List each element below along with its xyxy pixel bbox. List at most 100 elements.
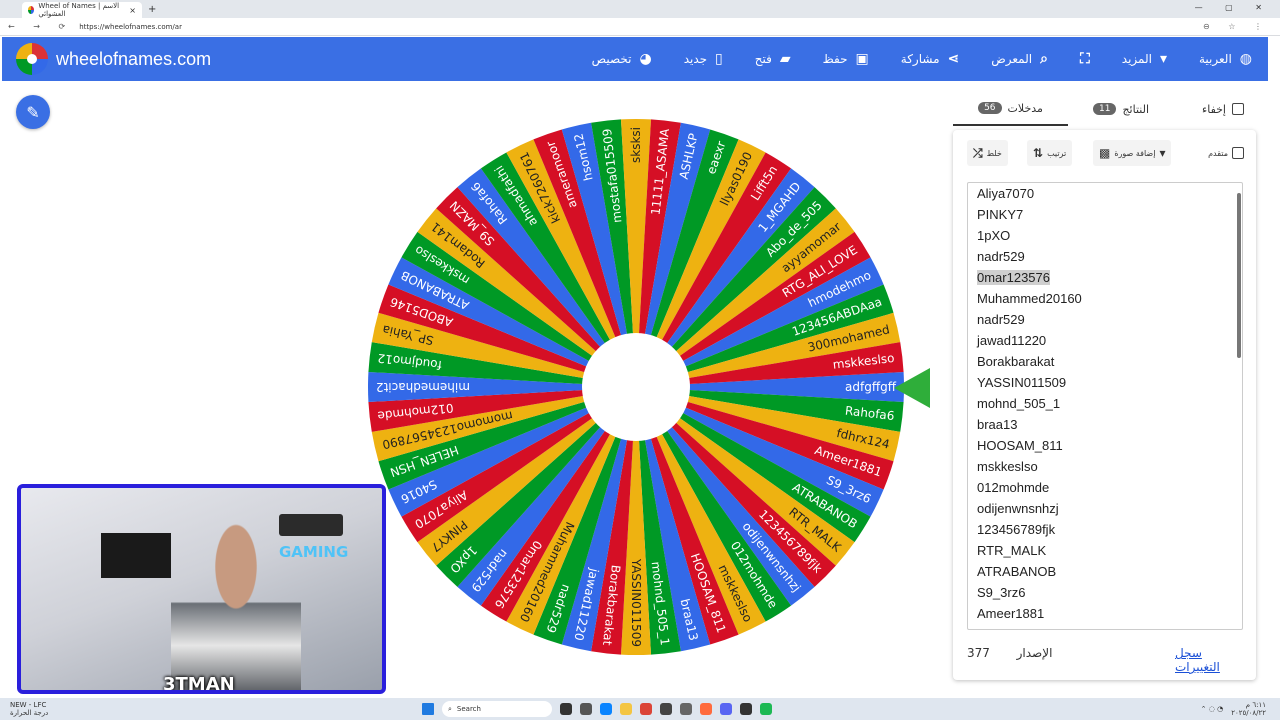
streamer-tag: 3TMAN [163, 674, 235, 694]
edge-icon[interactable] [600, 703, 612, 715]
nav-buttons[interactable]: ← → ⟳ [8, 22, 73, 31]
entry-line[interactable]: mohnd_505_1 [968, 393, 1242, 414]
entry-text: odijenwnsnhzj [977, 501, 1059, 516]
system-tray[interactable]: ⌃ ◌ ◔ ٦:١١ م ٢٠٢٥/٠٨/٢٢ [1201, 701, 1266, 717]
entry-line[interactable]: nadr529 [968, 246, 1242, 267]
search-icon: ⌕ [448, 704, 452, 713]
scrollbar-thumb[interactable] [1237, 193, 1241, 358]
taskbar-search[interactable]: ⌕ Search [442, 701, 552, 717]
entry-line[interactable]: S9_3rz6 [968, 582, 1242, 603]
entry-text: 012mohmde [977, 480, 1050, 495]
entries-textarea[interactable]: Aliya7070 PINKY7 1pXO nadr529 0mar123576 Muha… [967, 182, 1243, 630]
wheel-pointer-icon [894, 368, 930, 408]
url-field[interactable]: https://wheelofnames.com/ar [79, 23, 182, 31]
tab-results[interactable]: 11 النتائج [1093, 92, 1149, 126]
chrome-icon[interactable] [640, 703, 652, 715]
changelog-link[interactable]: سجل التغييرات [1175, 646, 1243, 674]
entry-line[interactable]: jawad11220 [968, 330, 1242, 351]
menu-more[interactable]: المزيد ▾ [1106, 37, 1183, 81]
shuffle-button[interactable]: ⤮ خلط [967, 140, 1008, 166]
entry-line[interactable]: braa13 [968, 414, 1242, 435]
entry-text: YASSIN011509 [977, 375, 1067, 390]
discord-icon[interactable] [720, 703, 732, 715]
advanced-checkbox[interactable] [1232, 147, 1244, 159]
entries-card: ⤮ خلط ⇅ ترتيب ▩ إضافة صورة ▾ متقدم Aliya… [953, 130, 1256, 680]
clock[interactable]: ٦:١١ م ٢٠٢٥/٠٨/٢٢ [1231, 701, 1266, 717]
advanced-label: متقدم [1208, 148, 1228, 158]
entry-line[interactable]: nadr529 [968, 309, 1242, 330]
entry-text: PINKY7 [977, 207, 1024, 222]
version-number: 377 [967, 646, 990, 660]
name-wheel[interactable]: adfgffgffRahofa6fdhrx124Ameer1881S9_3rz6… [366, 117, 906, 657]
tray-icons[interactable]: ⌃ ◌ ◔ [1201, 705, 1224, 713]
tab-entries[interactable]: 56 مدخلات [953, 92, 1068, 126]
globe-icon: ◍ [1239, 51, 1252, 67]
entry-line[interactable]: HOOSAM_811 [968, 435, 1242, 456]
edit-button[interactable]: ✎ [16, 95, 50, 129]
weather-widget[interactable]: NEW - LFC درجة الحرارة [10, 701, 48, 717]
app-icon-1[interactable] [560, 703, 572, 715]
entries-scrollbar[interactable] [1236, 183, 1242, 629]
windows-start-icon[interactable] [422, 703, 434, 715]
browser-tab[interactable]: Wheel of Names | الاسم العشوائي × [22, 2, 142, 18]
new-file-icon: ▯ [715, 51, 723, 67]
tab-entries-label: مدخلات [1007, 101, 1043, 115]
wheel-center[interactable] [582, 333, 690, 441]
sort-label: ترتيب [1047, 148, 1067, 158]
menu-language[interactable]: العربية ◍ [1183, 37, 1268, 81]
taskbar-search-label: Search [456, 705, 481, 713]
version-text: 377 الإصدار [967, 646, 1052, 660]
entry-line[interactable]: 012mohmde [968, 477, 1242, 498]
entry-line[interactable]: 1pXO [968, 225, 1242, 246]
advanced-toggle[interactable]: متقدم [1208, 140, 1244, 166]
entry-line[interactable]: 0mar123576 [968, 267, 1242, 288]
menu-language-label: العربية [1198, 52, 1232, 66]
new-tab-icon[interactable]: + [148, 4, 156, 15]
wheel-slice-label: sksksi [629, 127, 643, 163]
address-bar-icons[interactable]: ⊖ ☆ ⋮ [1203, 22, 1270, 31]
hide-checkbox[interactable] [1232, 103, 1244, 115]
menu-open[interactable]: فتح ▰ [739, 37, 807, 81]
wheel-logo-icon[interactable] [16, 43, 48, 75]
entry-line[interactable]: RTR_MALK [968, 540, 1242, 561]
app-icon-2[interactable] [580, 703, 592, 715]
app-icon-5[interactable] [740, 703, 752, 715]
entry-line[interactable]: 123456789fjk [968, 519, 1242, 540]
fullscreen-icon: ⛶ [1079, 51, 1090, 67]
file-explorer-icon[interactable] [620, 703, 632, 715]
wheel-slice-label: adfgffgff [845, 380, 897, 394]
entry-text: mohnd_505_1 [977, 396, 1061, 411]
entry-line[interactable]: Borakbarakat [968, 351, 1242, 372]
menu-share[interactable]: مشاركة ⋖ [885, 37, 975, 81]
browser-icon[interactable] [700, 703, 712, 715]
entry-line[interactable]: PINKY7 [968, 204, 1242, 225]
window-controls[interactable]: — ▢ ✕ [1195, 3, 1272, 12]
entry-line[interactable]: Muhammed20160 [968, 288, 1242, 309]
panel-tabs: إخفاء 11 النتائج 56 مدخلات [953, 92, 1256, 126]
brand-title[interactable]: wheelofnames.com [56, 49, 211, 70]
menu-new[interactable]: جديد ▯ [668, 37, 739, 81]
entry-text: 123456789fjk [977, 522, 1056, 537]
add-image-button[interactable]: ▩ إضافة صورة ▾ [1093, 140, 1172, 166]
streamer-figure [171, 523, 301, 690]
menu-fullscreen[interactable]: ⛶ [1064, 37, 1106, 81]
entry-line[interactable]: Aliya7070 [968, 183, 1242, 204]
entry-line[interactable]: ATRABANOB [968, 561, 1242, 582]
sort-button[interactable]: ⇅ ترتيب [1027, 140, 1073, 166]
hide-toggle[interactable]: إخفاء [1202, 92, 1244, 126]
close-tab-icon[interactable]: × [129, 6, 136, 15]
entry-line[interactable]: YASSIN011509 [968, 372, 1242, 393]
app-icon-3[interactable] [660, 703, 672, 715]
app-icon-4[interactable] [680, 703, 692, 715]
menu-customize-label: تخصيص [591, 52, 632, 66]
menu-customize[interactable]: تخصيص ◕ [576, 37, 668, 81]
wheel-container[interactable]: adfgffgff Rahofa6 fdhrx124 Ameer1881 S9_3rz6… [366, 117, 906, 657]
menu-gallery[interactable]: المعرض ⌕ [975, 37, 1064, 81]
menu-save[interactable]: حفظ ▣ [807, 37, 885, 81]
entry-line[interactable]: odijenwnsnhzj [968, 498, 1242, 519]
entry-line[interactable]: Ameer1881 [968, 603, 1242, 624]
entry-text: ATRABANOB [977, 564, 1057, 579]
entry-text: Muhammed20160 [977, 291, 1082, 306]
entry-line[interactable]: mskkeslso [968, 456, 1242, 477]
app-icon-6[interactable] [760, 703, 772, 715]
